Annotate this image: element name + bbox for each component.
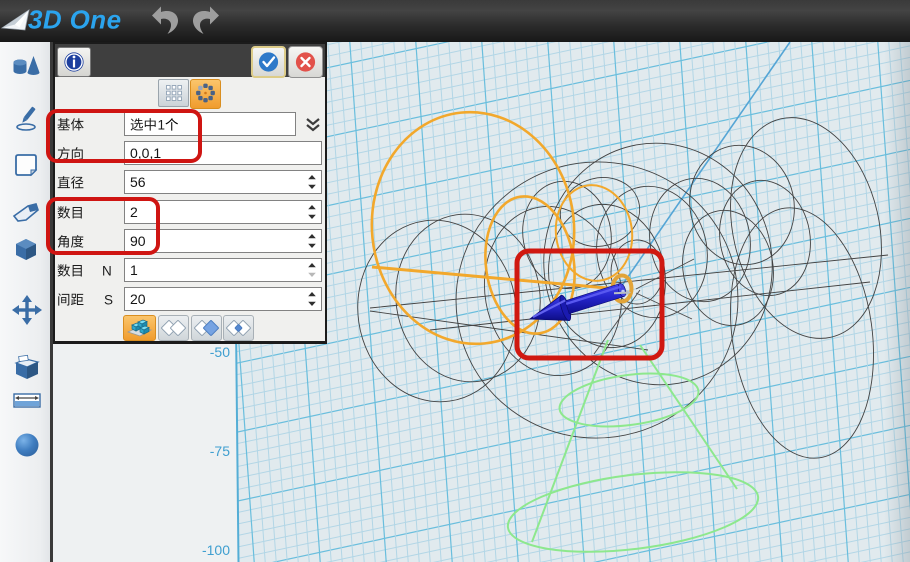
svg-text:-75: -75 [210, 443, 230, 459]
svg-text:-50: -50 [210, 344, 230, 360]
svg-text:3D One: 3D One [28, 5, 121, 35]
svg-text:S: S [104, 293, 113, 308]
svg-text:-100: -100 [202, 542, 230, 558]
svg-text:N: N [102, 264, 112, 279]
